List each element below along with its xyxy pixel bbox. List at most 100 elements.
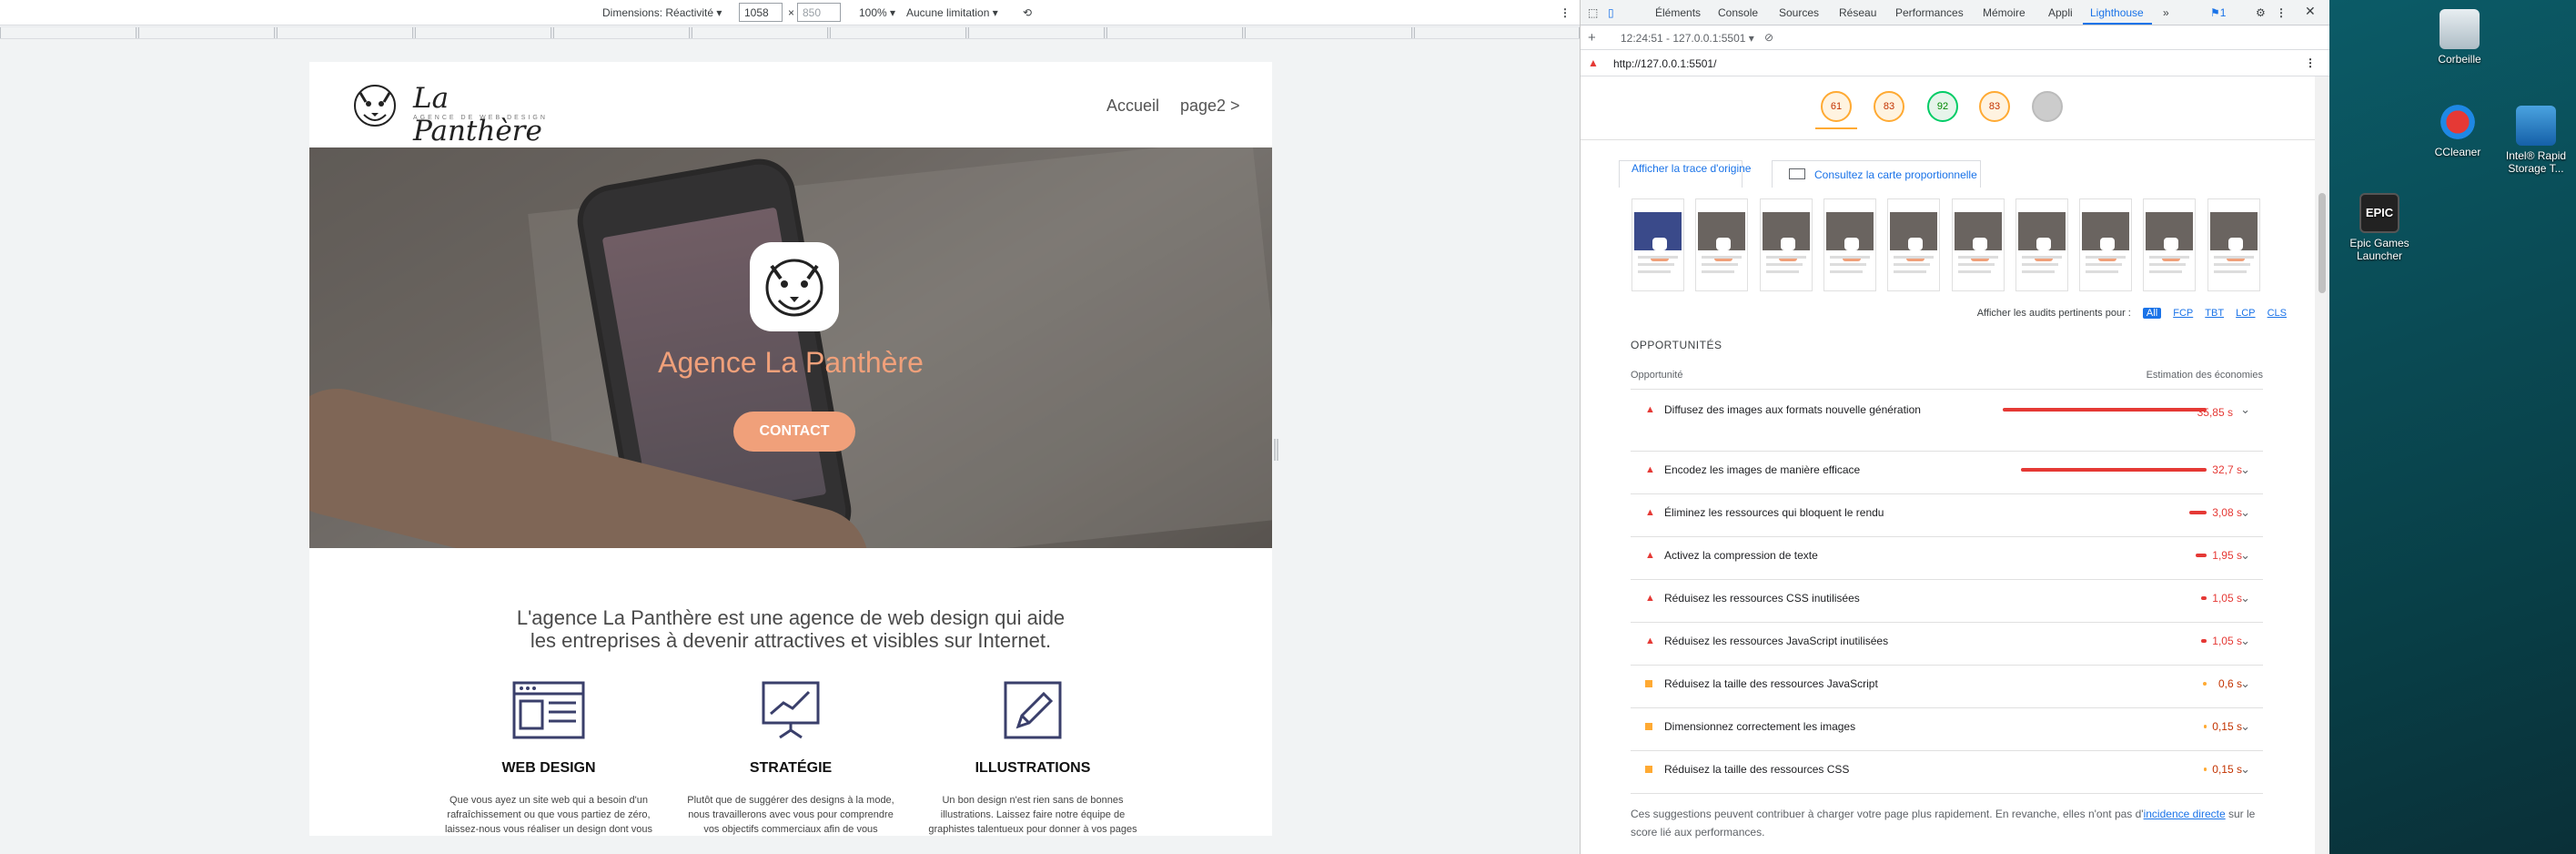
tab-sources[interactable]: Sources (1779, 6, 1819, 19)
height-input[interactable]: 850 (797, 3, 841, 22)
treemap-button[interactable]: Consultez la carte proportionnelle (1772, 160, 1981, 188)
opportunity-row[interactable]: ▲ Encodez les images de manière efficace 3… (1631, 452, 2263, 494)
device-toolbar: Dimensions: Réactivité ▾ 1058 × 850 100%… (0, 0, 1580, 25)
tab-lighthouse[interactable]: Lighthouse (2090, 6, 2144, 19)
devtools-tab-bar: ⬚ ▯ Éléments Console Sources Réseau Perf… (1581, 0, 2329, 25)
chevron-down-icon[interactable]: ⌄ (2240, 548, 2250, 563)
zoom-dropdown[interactable]: 100% ▾ (859, 6, 895, 19)
intel-rst-icon (2516, 106, 2556, 146)
chevron-down-icon[interactable]: ⌄ (2240, 505, 2250, 520)
chevron-down-icon[interactable]: ⌄ (2240, 463, 2250, 477)
opportunity-row[interactable]: ▲ Activez la compression de texte 1,95 s ⌄ (1631, 537, 2263, 580)
service-title: ILLUSTRATIONS (975, 760, 1091, 776)
media-query-ruler[interactable] (0, 26, 1580, 39)
filter-chip-lcp[interactable]: LCP (2236, 308, 2255, 319)
score-gauge-pwa[interactable] (2032, 91, 2063, 122)
direct-impact-link[interactable]: incidence directe (2144, 808, 2226, 820)
opportunity-row[interactable]: ▲ Réduisez les ressources JavaScript inut… (1631, 623, 2263, 666)
epic-games-icon: EPIC (2359, 193, 2399, 233)
opportunity-row[interactable]: ▲ Réduisez les ressources CSS inutilisées… (1631, 580, 2263, 623)
close-icon[interactable]: ✕ (2305, 4, 2316, 19)
browser-layout-icon (512, 681, 585, 739)
view-trace-link[interactable]: Afficher la trace d'origine (1631, 162, 1751, 175)
desktop-icon-epic-games[interactable]: EPIC Epic Games Launcher (2329, 193, 2430, 262)
tab-memory[interactable]: Mémoire (1983, 6, 2025, 19)
site-logo[interactable]: La Panthère AGENCE DE WEB DESIGN (348, 78, 559, 147)
fail-triangle-icon: ▲ (1645, 404, 1655, 415)
savings-value: 1,05 s (2212, 592, 2242, 605)
average-square-icon (1645, 723, 1652, 730)
opportunity-row[interactable]: ▲ Diffusez des images aux formats nouvell… (1631, 391, 2263, 452)
opportunity-label: Éliminez les ressources qui bloquent le … (1664, 506, 1884, 519)
filter-chip-fcp[interactable]: FCP (2173, 308, 2193, 319)
lighthouse-toolbar: + 12:24:51 - 127.0.0.1:5501 ▾ ⊘ (1581, 26, 2329, 50)
report-menu-icon[interactable]: ⋮ (2305, 56, 2316, 69)
chevron-down-icon[interactable]: ⌄ (2240, 762, 2250, 777)
more-tabs-icon[interactable]: » (2163, 6, 2169, 19)
savings-value: 3,08 s (2212, 506, 2242, 519)
score-gauge-performance[interactable]: 61 (1821, 91, 1852, 122)
tab-performance[interactable]: Performances (1895, 6, 1964, 19)
devtools-menu-icon[interactable]: ⋮ (2276, 6, 2287, 19)
pencil-icon (1004, 681, 1062, 739)
fail-triangle-icon: ▲ (1645, 635, 1655, 646)
savings-bar (2003, 408, 2207, 412)
contact-button[interactable]: CONTACT (733, 412, 855, 452)
report-url-bar: ▲ http://127.0.0.1:5501/ ⋮ (1581, 51, 2329, 76)
selected-gauge-indicator (1815, 127, 1857, 129)
savings-value: 1,95 s (2212, 549, 2242, 562)
savings-bar (2021, 468, 2207, 472)
filmstrip-frame (1631, 198, 1684, 291)
devtools-scrollbar[interactable] (2315, 76, 2329, 854)
average-square-icon (1645, 766, 1652, 773)
filmstrip-frame (1887, 198, 1941, 291)
device-toggle-icon[interactable]: ▯ (1608, 6, 1614, 19)
desktop-icon-intel-rst[interactable]: Intel® Rapid Storage T... (2486, 106, 2576, 175)
savings-value: 0,15 s (2212, 763, 2242, 776)
throttle-dropdown[interactable]: Aucune limitation ▾ (906, 6, 998, 19)
filmstrip-frame (1695, 198, 1749, 291)
logo-tagline: AGENCE DE WEB DESIGN (413, 115, 548, 121)
settings-gear-icon[interactable]: ⚙ (2256, 6, 2266, 19)
report-url[interactable]: http://127.0.0.1:5501/ (1613, 57, 1716, 70)
rotate-icon[interactable]: ⟲ (1023, 6, 1032, 19)
width-input[interactable]: 1058 (739, 3, 783, 22)
chevron-down-icon[interactable]: ⌄ (2240, 676, 2250, 691)
opportunity-label: Diffusez des images aux formats nouvelle… (1664, 403, 1921, 416)
opportunity-row[interactable]: ▲ Éliminez les ressources qui bloquent le… (1631, 494, 2263, 537)
opportunity-label: Réduisez les ressources CSS inutilisées (1664, 592, 1860, 605)
fail-triangle-icon: ▲ (1645, 550, 1655, 561)
new-report-icon[interactable]: + (1588, 30, 1596, 46)
filter-chip-cls[interactable]: CLS (2268, 308, 2287, 319)
issues-badge[interactable]: ⚑1 (2210, 6, 2226, 19)
more-options-icon[interactable]: ⋮ (1560, 6, 1571, 19)
device-emulation-pane: Dimensions: Réactivité ▾ 1058 × 850 100%… (0, 0, 1580, 854)
chevron-down-icon[interactable]: ⌄ (2240, 402, 2250, 417)
nav-link-page2[interactable]: page2 > (1180, 97, 1240, 116)
filter-chip-all[interactable]: All (2142, 308, 2162, 319)
opportunity-row[interactable]: Réduisez la taille des ressources CSS 0,1… (1631, 751, 2263, 794)
report-selector[interactable]: 12:24:51 - 127.0.0.1:5501 ▾ (1621, 32, 1754, 45)
tab-elements[interactable]: Éléments (1655, 6, 1701, 19)
desktop-icon-recycle-bin[interactable]: Corbeille (2409, 9, 2510, 66)
chevron-down-icon[interactable]: ⌄ (2240, 719, 2250, 734)
opportunity-row[interactable]: Dimensionnez correctement les images 0,15… (1631, 708, 2263, 751)
opportunity-row[interactable]: Réduisez la taille des ressources JavaSc… (1631, 666, 2263, 708)
chevron-down-icon[interactable]: ⌄ (2240, 591, 2250, 605)
inspect-icon[interactable]: ⬚ (1588, 6, 1598, 19)
score-gauge-best-practices[interactable]: 92 (1927, 91, 1958, 122)
clear-report-icon[interactable]: ⊘ (1764, 31, 1773, 44)
filter-chip-tbt[interactable]: TBT (2205, 308, 2224, 319)
dimensions-dropdown[interactable]: Dimensions: Réactivité ▾ (602, 6, 722, 19)
tab-network[interactable]: Réseau (1839, 6, 1876, 19)
nav-link-accueil[interactable]: Accueil (1106, 97, 1159, 116)
score-gauge-seo[interactable]: 83 (1979, 91, 2010, 122)
tab-application[interactable]: Appli (2048, 6, 2073, 19)
chevron-down-icon[interactable]: ⌄ (2240, 634, 2250, 648)
tab-console[interactable]: Console (1718, 6, 1758, 19)
emulated-page: La Panthère AGENCE DE WEB DESIGN Accueil… (309, 62, 1272, 836)
score-gauge-accessibility[interactable]: 83 (1874, 91, 1904, 122)
panther-head-icon (765, 259, 823, 317)
resize-handle[interactable] (1274, 437, 1279, 463)
savings-value: 35,85 s (2197, 406, 2233, 419)
